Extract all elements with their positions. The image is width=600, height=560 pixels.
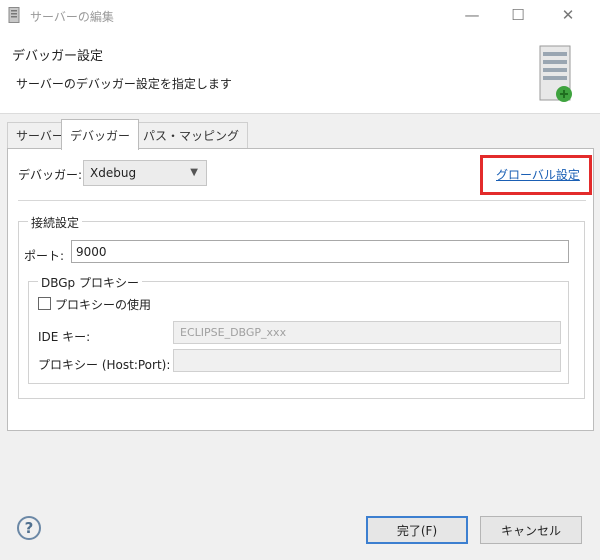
dialog-header (0, 30, 600, 114)
highlight-box (480, 155, 592, 195)
use-proxy-checkbox[interactable] (38, 297, 51, 310)
port-input[interactable] (71, 240, 569, 263)
ide-key-label: IDE キー: (38, 330, 91, 344)
chevron-down-icon: ▼ (190, 167, 198, 178)
header-title: デバッガー設定 (12, 49, 104, 64)
header-description: サーバーのデバッガー設定を指定します (16, 77, 232, 91)
proxy-legend: DBGp プロキシー (38, 274, 142, 291)
port-label: ポート: (24, 249, 65, 263)
window-title: サーバーの編集 (30, 10, 114, 24)
help-icon[interactable]: ? (17, 516, 41, 540)
maximize-button[interactable]: ☐ (495, 0, 541, 30)
tab-path-mapping[interactable]: パス・マッピング (134, 122, 249, 148)
proxy-host-label: プロキシー (Host:Port): (38, 358, 171, 372)
separator (18, 200, 586, 201)
minimize-button[interactable]: — (449, 0, 495, 30)
debugger-label: デバッガー: (18, 168, 83, 182)
connection-legend: 接続設定 (28, 214, 83, 231)
ide-key-input (173, 321, 561, 344)
proxy-host-input (173, 349, 561, 372)
app-icon (8, 7, 20, 23)
use-proxy-label[interactable]: プロキシーの使用 (55, 296, 151, 313)
debugger-select-value: Xdebug (90, 166, 137, 180)
server-icon (539, 45, 572, 102)
debugger-select[interactable]: Xdebug ▼ (83, 160, 207, 186)
finish-button[interactable]: 完了(F) (366, 516, 468, 544)
cancel-button[interactable]: キャンセル (480, 516, 582, 544)
tab-debugger[interactable]: デバッガー (61, 119, 140, 150)
close-button[interactable]: ✕ (545, 0, 591, 30)
